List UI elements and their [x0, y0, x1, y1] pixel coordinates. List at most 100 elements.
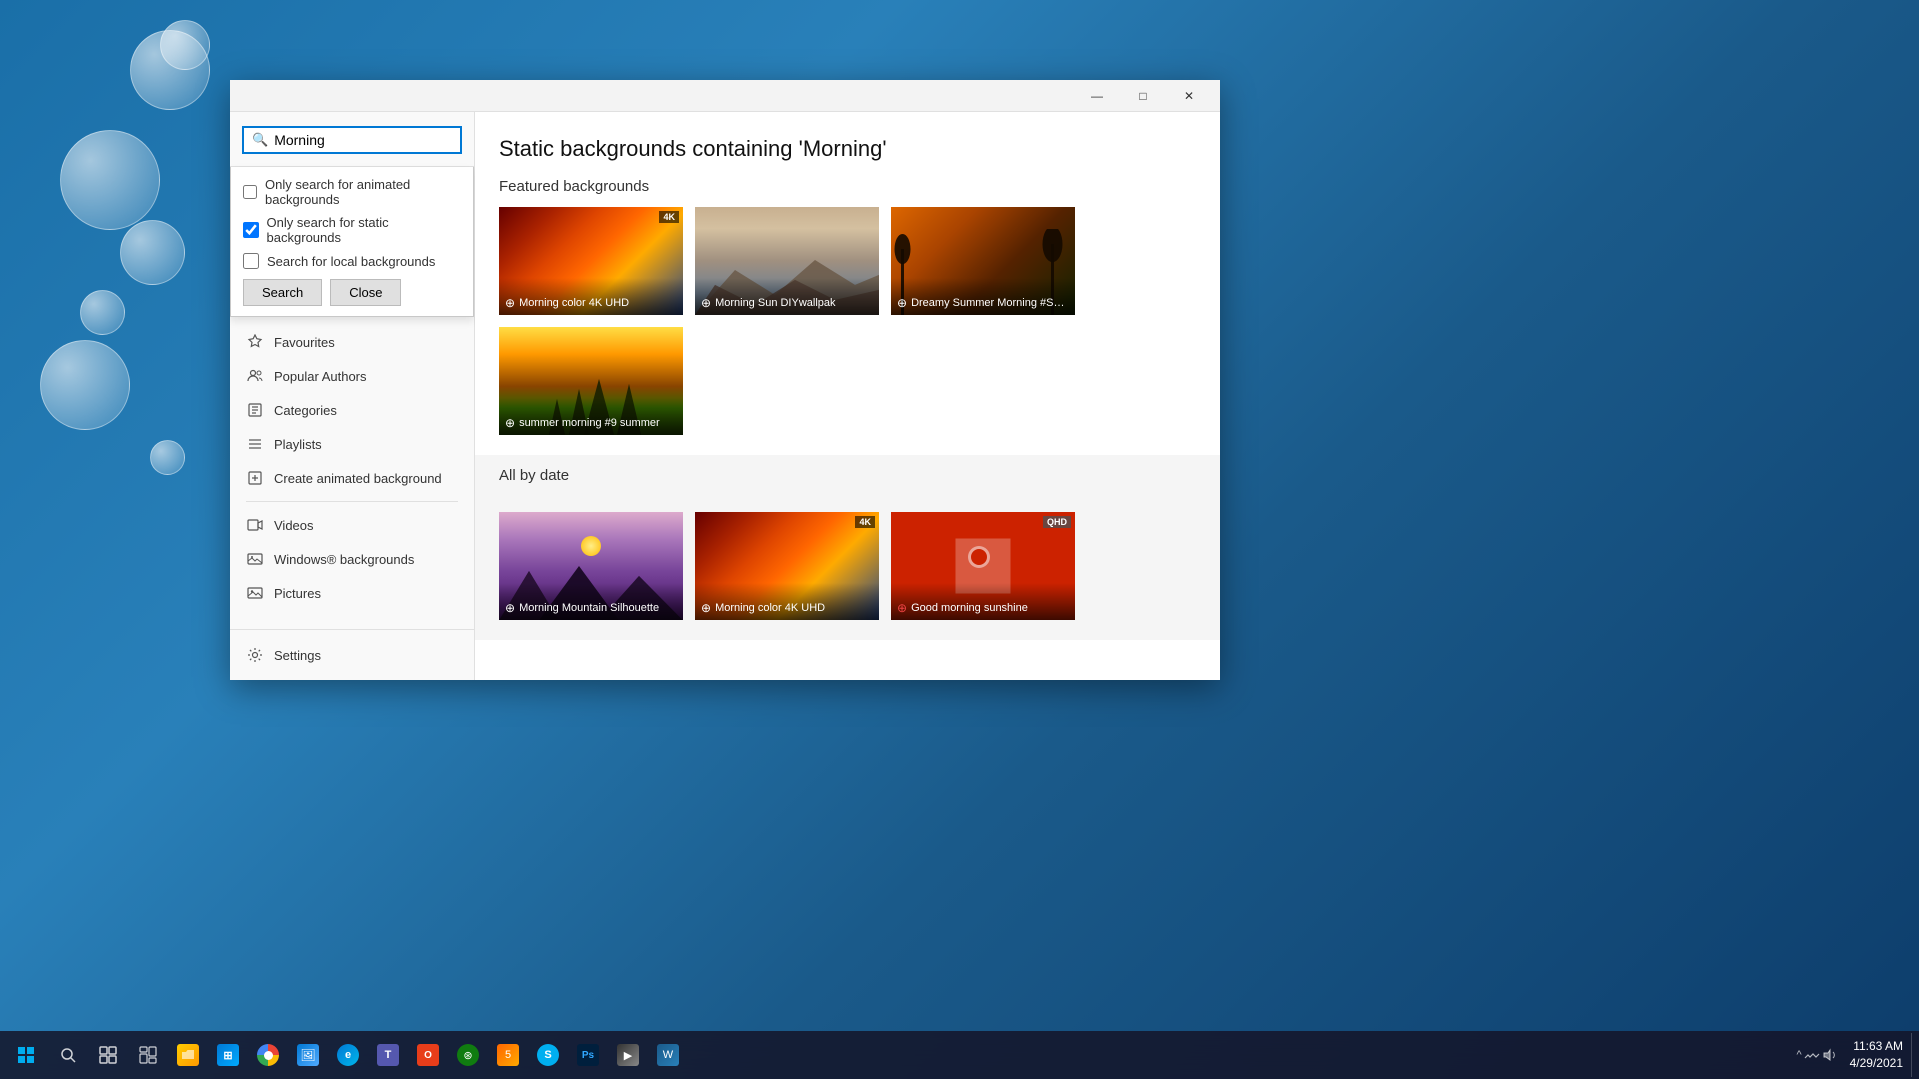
nav-section: Favourites Popular Authors	[230, 317, 474, 629]
widgets-button[interactable]	[128, 1033, 168, 1077]
card-morning-color-4k-2[interactable]: ⊕ Morning color 4K UHD 4K	[695, 512, 879, 620]
card-good-morning[interactable]: ⊕ Good morning sunshine QHD	[891, 512, 1075, 620]
card-label-summer: ⊕ summer morning #9 summer	[499, 398, 683, 435]
static-checkbox-item[interactable]: Only search for static backgrounds	[243, 215, 461, 245]
chrome-button[interactable]	[248, 1033, 288, 1077]
add-circle-icon4: ⊕	[505, 416, 515, 430]
playlists-label: Playlists	[274, 437, 322, 452]
show-desktop-button[interactable]	[1911, 1033, 1915, 1077]
card-summer-morning[interactable]: ⊕ summer morning #9 summer	[499, 327, 683, 435]
list-icon	[246, 435, 264, 453]
sidebar-item-create[interactable]: Create animated background	[230, 461, 474, 495]
main-content[interactable]: Static backgrounds containing 'Morning' …	[475, 112, 1220, 680]
teams-button[interactable]: T	[368, 1033, 408, 1077]
animated-checkbox-item[interactable]: Only search for animated backgrounds	[243, 177, 461, 207]
store-button[interactable]: ⊞	[208, 1033, 248, 1077]
card-morning-mountain[interactable]: ⊕ Morning Mountain Silhouette	[499, 512, 683, 620]
local-label: Search for local backgrounds	[267, 254, 435, 269]
card-label-mountain: ⊕ Morning Mountain Silhouette	[499, 583, 683, 620]
system-tray-icon[interactable]: ^	[1796, 1049, 1801, 1061]
local-checkbox[interactable]	[243, 253, 259, 269]
close-search-button[interactable]: Close	[330, 279, 401, 306]
people-icon	[246, 367, 264, 385]
photos-button[interactable]: 🖼	[288, 1033, 328, 1077]
add-circle-icon5: ⊕	[505, 601, 515, 615]
popular-authors-label: Popular Authors	[274, 369, 367, 384]
featured-section-title: Featured backgrounds	[475, 178, 1220, 207]
sidebar-item-favourites[interactable]: Favourites	[230, 325, 474, 359]
bubble-4	[120, 220, 185, 285]
card-badge-qhd: QHD	[1043, 516, 1071, 528]
animated-checkbox[interactable]	[243, 184, 257, 200]
book-icon	[246, 401, 264, 419]
search-input[interactable]	[274, 132, 455, 148]
card-title4: summer morning #9 summer	[519, 417, 660, 429]
taskbar-clock[interactable]: 11:63 AM 4/29/2021	[1842, 1038, 1911, 1072]
app-window: — □ ✕ 🔍 Only search for animated backgro…	[230, 80, 1220, 680]
minimize-button[interactable]: —	[1074, 80, 1120, 112]
window-body: 🔍 Only search for animated backgrounds O…	[230, 112, 1220, 680]
sidebar-item-videos[interactable]: Videos	[230, 508, 474, 542]
settings-label: Settings	[274, 648, 321, 663]
maximize-button[interactable]: □	[1120, 80, 1166, 112]
search-box: 🔍	[242, 126, 462, 154]
card-label-morning-sun: ⊕ Morning Sun DIYwallpak	[695, 278, 879, 315]
volume-icon	[1822, 1047, 1838, 1063]
clock-time: 11:63 AM	[1850, 1038, 1903, 1055]
bubble-6	[40, 340, 130, 430]
file-explorer-button[interactable]	[168, 1033, 208, 1077]
nav-divider	[246, 501, 458, 502]
picture-icon	[246, 584, 264, 602]
ps-button[interactable]: Ps	[568, 1033, 608, 1077]
favourites-label: Favourites	[274, 335, 335, 350]
card-badge-4k: 4K	[659, 211, 679, 223]
card-badge-4k-2: 4K	[855, 516, 875, 528]
card-title2: Morning Sun DIYwallpak	[715, 297, 835, 309]
pictures-label: Pictures	[274, 586, 321, 601]
search-actions: Search Close	[243, 279, 461, 306]
card-title6: Morning color 4K UHD	[715, 602, 825, 614]
clock-date: 4/29/2021	[1850, 1055, 1903, 1072]
office-button[interactable]: O	[408, 1033, 448, 1077]
search-taskbar-button[interactable]	[48, 1033, 88, 1077]
card-title5: Morning Mountain Silhouette	[519, 602, 659, 614]
start-button[interactable]	[4, 1033, 48, 1077]
search-area: 🔍	[230, 112, 474, 167]
wallpaper-engine-button[interactable]: W	[648, 1033, 688, 1077]
sidebar: 🔍 Only search for animated backgrounds O…	[230, 112, 475, 680]
local-checkbox-item[interactable]: Search for local backgrounds	[243, 253, 461, 269]
bubble-5	[80, 290, 125, 335]
edge-button[interactable]: e	[328, 1033, 368, 1077]
sidebar-item-popular-authors[interactable]: Popular Authors	[230, 359, 474, 393]
add-circle-icon3: ⊕	[897, 296, 907, 310]
sidebar-item-categories[interactable]: Categories	[230, 393, 474, 427]
card-dreamy-summer[interactable]: ⊕ Dreamy Summer Morning #Spring10	[891, 207, 1075, 315]
media-button[interactable]: ▶	[608, 1033, 648, 1077]
sidebar-footer: Settings	[230, 629, 474, 680]
card-label-dreamy: ⊕ Dreamy Summer Morning #Spring10	[891, 278, 1075, 315]
videos-label: Videos	[274, 518, 314, 533]
network-icon	[1804, 1047, 1820, 1063]
sidebar-item-pictures[interactable]: Pictures	[230, 576, 474, 610]
sidebar-item-windows-backgrounds[interactable]: Windows® backgrounds	[230, 542, 474, 576]
video-icon	[246, 516, 264, 534]
add-circle-icon7: ⊕	[897, 601, 907, 615]
card-morning-color-4k[interactable]: ⊕ Morning color 4K UHD 4K	[499, 207, 683, 315]
close-button[interactable]: ✕	[1166, 80, 1212, 112]
app1-button[interactable]: 5	[488, 1033, 528, 1077]
all-by-date-separator: All by date	[475, 455, 1220, 496]
task-view-button[interactable]	[88, 1033, 128, 1077]
gear-icon	[246, 646, 264, 664]
card-morning-sun[interactable]: ⊕ Morning Sun DIYwallpak	[695, 207, 879, 315]
search-button[interactable]: Search	[243, 279, 322, 306]
static-label: Only search for static backgrounds	[267, 215, 461, 245]
sidebar-item-playlists[interactable]: Playlists	[230, 427, 474, 461]
star-icon	[246, 333, 264, 351]
sidebar-item-settings[interactable]: Settings	[230, 638, 474, 672]
card-title7: Good morning sunshine	[911, 602, 1028, 614]
xbox-button[interactable]: ⊛	[448, 1033, 488, 1077]
skype-button[interactable]: S	[528, 1033, 568, 1077]
windows-backgrounds-label: Windows® backgrounds	[274, 552, 414, 567]
title-bar: — □ ✕	[230, 80, 1220, 112]
static-checkbox[interactable]	[243, 222, 259, 238]
